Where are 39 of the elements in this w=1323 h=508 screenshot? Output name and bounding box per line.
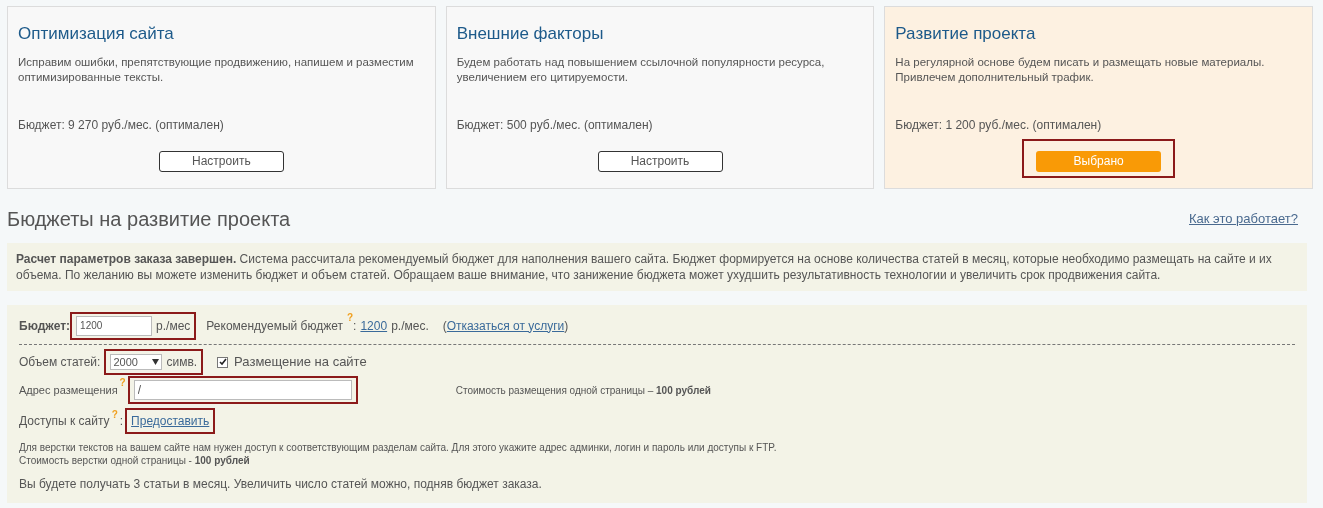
caret-icon xyxy=(152,359,160,365)
unit-label: р./мес. xyxy=(391,317,429,335)
plan-budget: Бюджет: 9 270 руб./мес. (оптимален) xyxy=(18,117,225,134)
address-input[interactable]: / xyxy=(133,380,352,400)
placement-cost-text: Стоимость размещения одной страницы – 100 рублей xyxy=(455,383,711,398)
plan-title: Оптимизация сайта xyxy=(18,23,175,45)
unit-label: р./мес xyxy=(156,317,191,335)
colon-text: : xyxy=(353,317,357,335)
budget-label: Бюджет: xyxy=(19,317,71,335)
decline-link[interactable]: Отказаться от услуги xyxy=(446,316,565,335)
recommended-budget-link[interactable]: 1200 xyxy=(360,316,388,335)
help-link[interactable]: Как это работает? xyxy=(1189,209,1298,229)
plan-budget: Бюджет: 1 200 руб./мес. (оптимален) xyxy=(895,117,1103,134)
paren-text: ) xyxy=(564,317,569,335)
section-heading: Бюджеты на развитие проекта xyxy=(7,207,291,232)
placement-label: Размещение на сайте xyxy=(234,353,367,372)
unit-label: симв. xyxy=(166,354,198,371)
plan-budget: Бюджет: 500 руб./мес. (оптимален) xyxy=(456,117,654,134)
plan-description: Будем работать над повышением ссылочной популярности ресурса, увеличением его цитируемости. xyxy=(456,55,826,85)
plan-title: Внешние факторы xyxy=(456,23,605,45)
volume-label: Объем статей: xyxy=(19,354,101,371)
plan-description: На регулярной основе будем писать и размещать новые материалы. Привлечем дополнительный трафик. xyxy=(895,55,1266,85)
address-label: Адрес размещения xyxy=(19,382,118,398)
plan-title: Развитие проекта xyxy=(895,23,1037,45)
colon-text: : xyxy=(119,413,124,430)
volume-select[interactable]: 2000 xyxy=(110,354,163,370)
summary-text: Вы будете получать 3 статьи в месяц. Увеличить число статей можно, подняв бюджет заказа. xyxy=(19,476,543,493)
layout-cost-text: Стоимость верстки одной страницы - 100 рублей xyxy=(19,454,251,467)
access-note: Для верстки текстов на вашем сайте нам нужен доступ к соответствующим разделам сайта. Для этого укажите адрес админки, логин и пароль или доступы к FTP. xyxy=(19,441,778,454)
paren-text: ( xyxy=(442,317,447,335)
plan-button[interactable]: Настроить xyxy=(158,150,284,172)
recommended-label: Рекомендуемый бюджет xyxy=(206,317,343,335)
notice-text: Расчет параметров заказа завершен. Система рассчитала рекомендуемый бюджет для наполнения вашего сайта. Бюджет формируется на основе количества статей в месяц, которые необходимо размещать на сайте и их объема. По желанию вы можете изменить бюджет и объем статей. Обращаем ваше внимание, что занижение бюджета может ухудшить результативность технологии и увеличить срок продвижения сайта. xyxy=(16,251,1273,283)
budget-input[interactable]: 1200 xyxy=(76,315,153,336)
plan-button[interactable]: Настроить xyxy=(597,150,723,172)
placement-checkbox[interactable] xyxy=(217,356,229,368)
provide-link[interactable]: Предоставить xyxy=(131,412,210,430)
plan-description: Исправим ошибки, препятствующие продвижению, напишем и разместим оптимизированные тексты. xyxy=(18,55,415,85)
access-label: Доступы к сайту xyxy=(19,413,110,430)
